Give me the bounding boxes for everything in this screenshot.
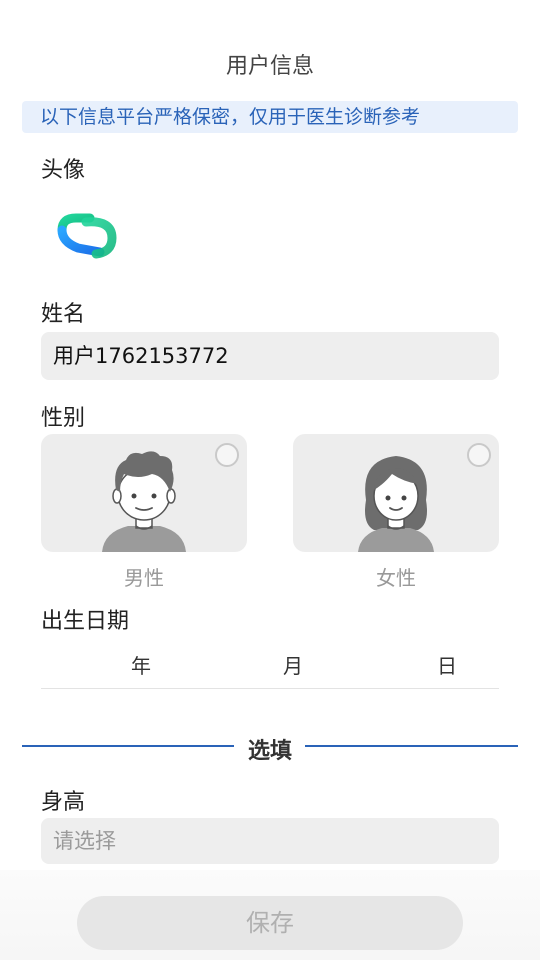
year-unit[interactable]: 年 <box>131 650 151 679</box>
male-avatar-icon <box>102 451 186 552</box>
male-label: 男性 <box>124 566 164 590</box>
birthdate-picker[interactable]: 年 月 日 <box>41 648 499 689</box>
female-label: 女性 <box>376 566 416 590</box>
day-unit[interactable]: 日 <box>437 650 457 679</box>
gender-option-male[interactable] <box>41 434 247 552</box>
month-unit[interactable]: 月 <box>283 650 303 679</box>
save-button[interactable]: 保存 <box>77 896 463 950</box>
name-label: 姓名 <box>41 302 86 327</box>
height-select[interactable]: 请选择 <box>41 818 499 864</box>
avatar-label: 头像 <box>41 158 86 183</box>
gender-label: 性别 <box>41 406 86 431</box>
female-radio[interactable] <box>467 443 491 467</box>
optional-section-title: 选填 <box>247 739 292 764</box>
gender-option-female[interactable] <box>293 434 499 552</box>
birthdate-label: 出生日期 <box>41 609 130 634</box>
app-logo-icon[interactable] <box>56 208 120 264</box>
divider-right <box>305 745 518 747</box>
height-label: 身高 <box>41 790 86 815</box>
page-title: 用户信息 <box>225 54 314 79</box>
female-avatar-icon <box>358 456 434 552</box>
name-field[interactable]: 用户1762153772 <box>41 332 499 380</box>
privacy-notice: 以下信息平台严格保密，仅用于医生诊断参考 <box>22 101 518 133</box>
male-radio[interactable] <box>215 443 239 467</box>
